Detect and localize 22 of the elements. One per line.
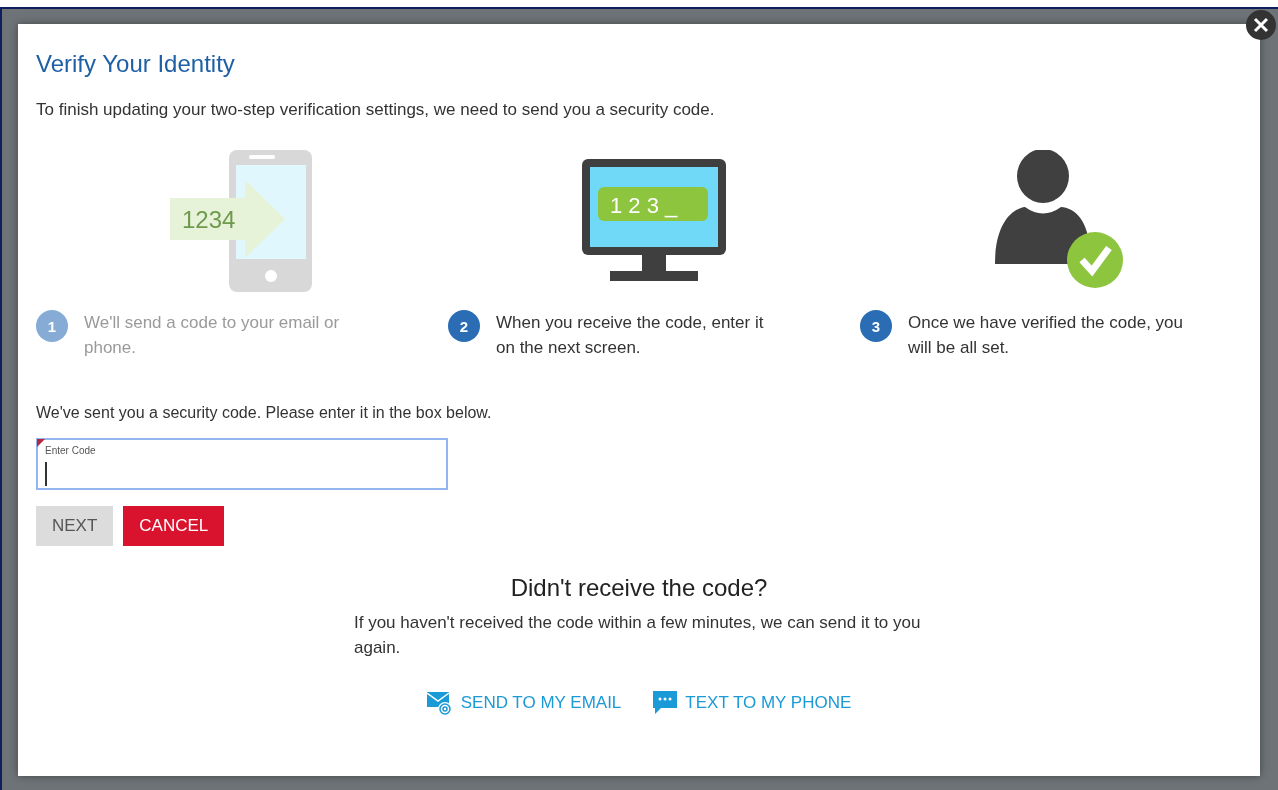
step-text: When you receive the code, enter it on the next screen. [496,312,765,359]
step-text: We'll send a code to your email or phone. [84,312,341,359]
phone-code-drawing: 1234 [170,150,314,292]
send-email-link[interactable]: SEND TO MY EMAIL [426,690,622,716]
resend-heading: Didn't receive the code? [510,574,768,602]
cancel-button[interactable]: CANCEL [123,506,225,546]
close-icon [1253,17,1269,33]
step-text: Once we have verified the code, you will be all set. [908,312,1184,359]
intro-text: To finish updating your two-step verification settings, we need to send you a security code. [36,100,716,120]
dialog-title: Verify Your Identity [36,50,236,78]
resend-text: If you haven't received the code within a few minutes, we can send it to you again. [354,612,922,659]
step-number: 3 [860,310,892,342]
step-number: 2 [448,310,480,342]
close-button[interactable] [1246,10,1276,40]
step-number: 1 [36,310,68,342]
verified-user-icon [995,150,1125,290]
sent-message: We've sent you a security code. Please enter it in the box below. [36,404,493,422]
email-icon [426,690,453,716]
monitor-code-drawing: 1 2 3 _ [582,159,726,283]
code-input-field[interactable]: Enter Code [36,438,448,490]
chat-bubble-icon [653,691,678,715]
send-text-link[interactable]: TEXT TO MY PHONE [653,690,852,716]
